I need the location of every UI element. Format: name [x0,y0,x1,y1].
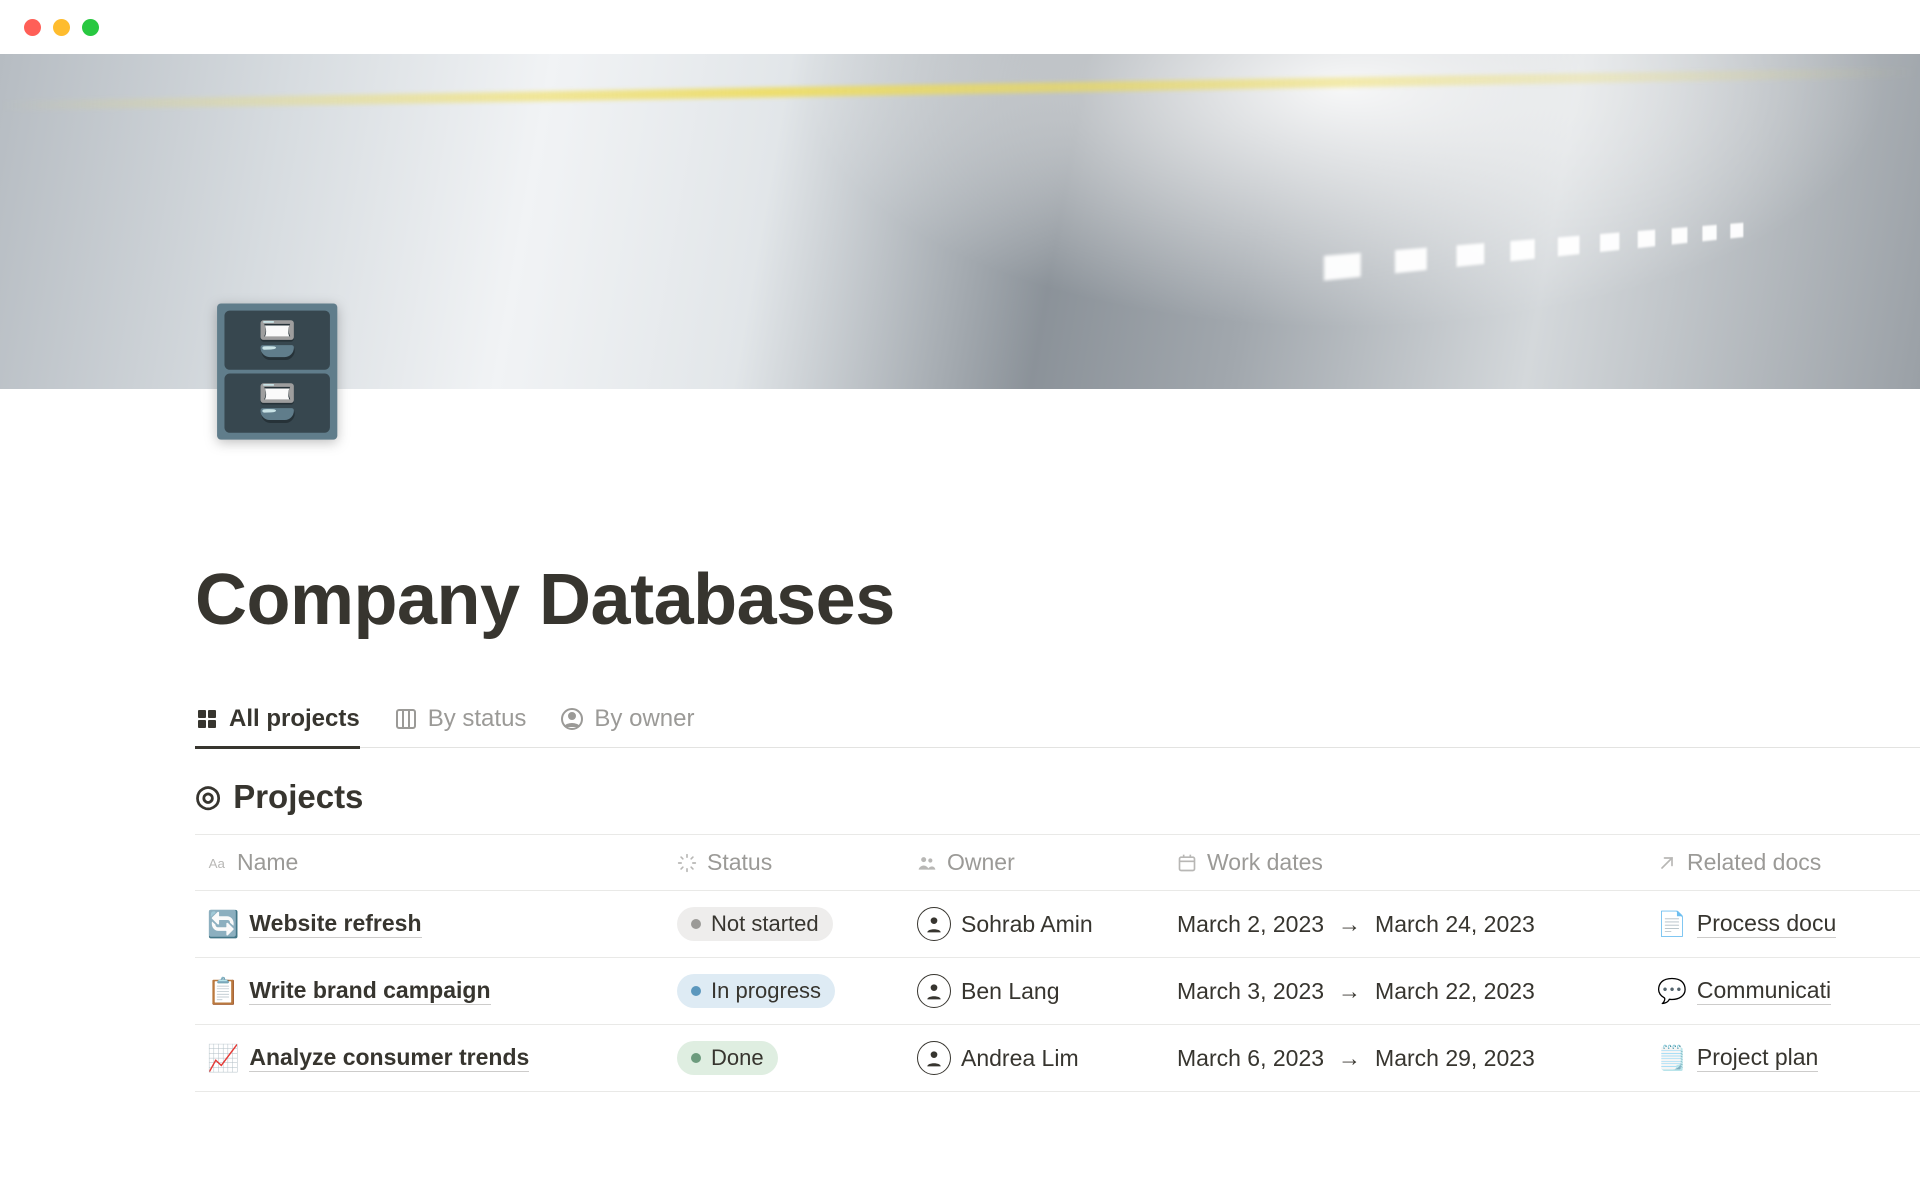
status-dot-icon [691,1053,701,1063]
status-label: Done [711,1045,764,1071]
row-emoji-icon: 📋 [207,976,239,1007]
svg-text:Aa: Aa [209,856,226,871]
column-label: Work dates [1207,849,1323,876]
row-name-text: Website refresh [249,910,421,938]
cell-status[interactable]: In progress [665,974,905,1008]
sun-spinner-icon [677,853,697,873]
status-dot-icon [691,919,701,929]
column-header-name[interactable]: Aa Name [195,849,665,876]
tab-label: By owner [594,705,694,733]
cell-related-doc[interactable]: 📄 Process docu [1645,910,1920,939]
status-badge: Not started [677,907,833,941]
arrow-up-right-icon [1657,853,1677,873]
cell-dates[interactable]: March 3, 2023 → March 22, 2023 [1165,978,1645,1005]
people-icon [917,853,937,873]
column-label: Owner [947,849,1015,876]
row-emoji-icon: 📈 [207,1043,239,1074]
date-start: March 2, 2023 [1177,911,1324,938]
date-end: March 22, 2023 [1375,978,1535,1005]
doc-emoji-icon: 🗒️ [1657,1044,1687,1073]
avatar-icon [917,974,951,1008]
arrow-right-icon: → [1338,1045,1361,1072]
text-property-icon: Aa [207,853,227,873]
owner-name: Sohrab Amin [961,911,1093,938]
tab-all-projects[interactable]: All projects [195,697,360,747]
page-content: Company Databases All projects By status… [0,389,1920,1092]
column-header-status[interactable]: Status [665,849,905,876]
database-title: Projects [233,778,363,816]
cell-owner[interactable]: Sohrab Amin [905,907,1165,941]
date-start: March 6, 2023 [1177,1045,1324,1072]
cell-related-doc[interactable]: 🗒️ Project plan [1645,1044,1920,1073]
arrow-right-icon: → [1338,978,1361,1005]
cell-status[interactable]: Done [665,1041,905,1075]
status-label: Not started [711,911,819,937]
cell-name[interactable]: 📈 Analyze consumer trends [195,1043,665,1074]
cell-name[interactable]: 📋 Write brand campaign [195,976,665,1007]
column-header-owner[interactable]: Owner [905,849,1165,876]
cell-status[interactable]: Not started [665,907,905,941]
row-name-text: Write brand campaign [249,977,490,1005]
projects-table: Aa Name Status Owner Work date [195,834,1920,1092]
column-label: Name [237,849,298,876]
status-badge: Done [677,1041,778,1075]
tab-label: By status [428,705,527,733]
gallery-icon [195,707,219,731]
traffic-light-minimize-icon[interactable] [53,19,70,36]
page-title[interactable]: Company Databases [195,559,1920,641]
column-label: Status [707,849,772,876]
row-name-text: Analyze consumer trends [249,1044,529,1072]
cell-name[interactable]: 🔄 Website refresh [195,909,665,940]
board-columns-icon [394,707,418,731]
table-row[interactable]: 📈 Analyze consumer trends Done Andrea Lim Ma… [195,1025,1920,1092]
calendar-icon [1177,853,1197,873]
table-row[interactable]: 📋 Write brand campaign In progress Ben Lang… [195,958,1920,1025]
arrow-right-icon: → [1338,911,1361,938]
row-emoji-icon: 🔄 [207,909,239,940]
cell-owner[interactable]: Ben Lang [905,974,1165,1008]
status-badge: In progress [677,974,835,1008]
cell-owner[interactable]: Andrea Lim [905,1041,1165,1075]
database-view-tabs: All projects By status By owner [195,697,1920,748]
cell-related-doc[interactable]: 💬 Communicati [1645,977,1920,1006]
target-icon: ◎ [195,782,221,812]
date-start: March 3, 2023 [1177,978,1324,1005]
tab-label: All projects [229,705,360,733]
table-row[interactable]: 🔄 Website refresh Not started Sohrab Amin Ma… [195,891,1920,958]
status-label: In progress [711,978,821,1004]
related-doc-label: Process docu [1697,910,1836,938]
table-body: 🔄 Website refresh Not started Sohrab Amin Ma… [195,891,1920,1092]
database-title-row[interactable]: ◎ Projects [195,778,1920,816]
cell-dates[interactable]: March 2, 2023 → March 24, 2023 [1165,911,1645,938]
traffic-light-close-icon[interactable] [24,19,41,36]
column-label: Related docs [1687,849,1821,876]
date-end: March 24, 2023 [1375,911,1535,938]
owner-name: Andrea Lim [961,1045,1079,1072]
owner-name: Ben Lang [961,978,1059,1005]
column-header-related-docs[interactable]: Related docs [1645,849,1920,876]
avatar-icon [917,1041,951,1075]
table-header-row: Aa Name Status Owner Work date [195,835,1920,891]
doc-emoji-icon: 💬 [1657,977,1687,1006]
tab-by-status[interactable]: By status [394,697,527,747]
related-doc-label: Project plan [1697,1044,1818,1072]
column-header-work-dates[interactable]: Work dates [1165,849,1645,876]
window-chrome [0,0,1920,54]
cell-dates[interactable]: March 6, 2023 → March 29, 2023 [1165,1045,1645,1072]
person-circle-icon [560,707,584,731]
status-dot-icon [691,986,701,996]
tab-by-owner[interactable]: By owner [560,697,694,747]
traffic-light-zoom-icon[interactable] [82,19,99,36]
related-doc-label: Communicati [1697,977,1831,1005]
doc-emoji-icon: 📄 [1657,910,1687,939]
avatar-icon [917,907,951,941]
date-end: March 29, 2023 [1375,1045,1535,1072]
